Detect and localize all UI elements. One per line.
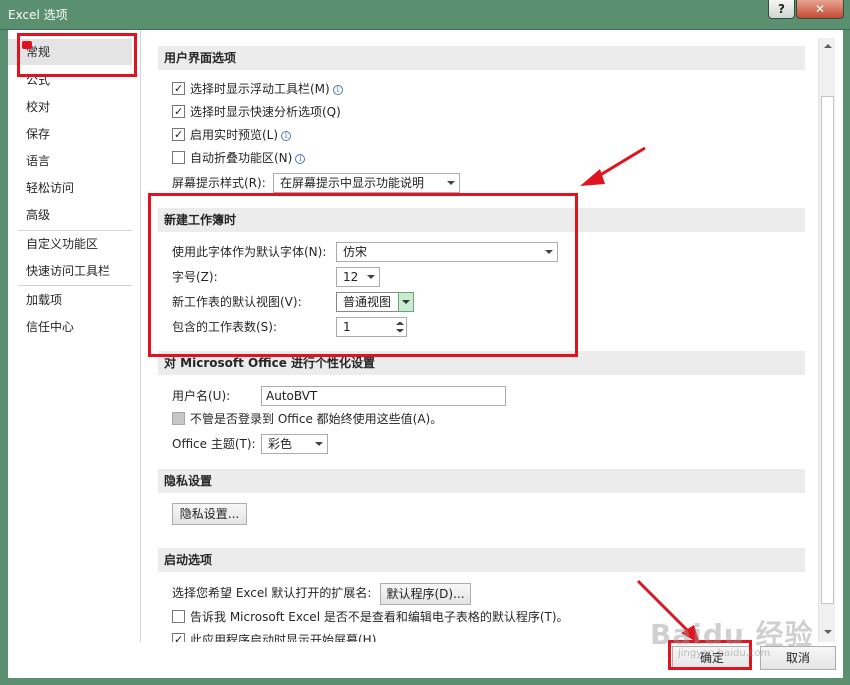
close-button[interactable]: ✕ <box>796 0 844 19</box>
section-header-new-workbook: 新建工作簿时 <box>158 208 805 232</box>
window-title: Excel 选项 <box>8 8 68 22</box>
username-label: 用户名(U): <box>172 389 231 403</box>
always-use-label: 不管是否登录到 Office 都始终使用这些值(A)。 <box>190 412 443 426</box>
show-start-screen-label: 此应用程序启动时显示开始屏幕(H) <box>190 633 377 642</box>
sidebar-item-accessibility[interactable]: 轻松访问 <box>8 175 132 201</box>
help-button[interactable]: ? <box>768 0 795 19</box>
title-bar: Excel 选项 ? ✕ <box>0 0 850 30</box>
ok-button[interactable]: 确定 <box>672 646 752 670</box>
screentip-style-select[interactable]: 在屏幕提示中显示功能说明 <box>273 173 460 193</box>
tell-me-default-checkbox[interactable] <box>172 610 185 623</box>
section-header-ui-options: 用户界面选项 <box>158 46 805 70</box>
cancel-button[interactable]: 取消 <box>760 646 836 670</box>
scroll-thumb[interactable] <box>821 96 834 604</box>
section-header-personalize: 对 Microsoft Office 进行个性化设置 <box>158 351 805 375</box>
office-theme-label: Office 主题(T): <box>172 437 256 451</box>
always-use-option[interactable]: 不管是否登录到 Office 都始终使用这些值(A)。 <box>172 409 442 429</box>
sidebar-divider <box>18 285 132 286</box>
sheet-count-spinner[interactable]: 1 <box>336 317 407 337</box>
info-icon: i <box>332 85 343 95</box>
options-content-panel: 用户界面选项 选择时显示浮动工具栏(M)i 选择时显示快速分析选项(Q) 启用实… <box>150 38 818 642</box>
annotation-dot <box>22 41 32 49</box>
sidebar-item-customize-ribbon[interactable]: 自定义功能区 <box>8 231 132 257</box>
screentip-style-value: 在屏幕提示中显示功能说明 <box>280 176 425 190</box>
spin-down-icon[interactable] <box>396 329 404 332</box>
chevron-down-icon <box>447 181 455 185</box>
font-size-label: 字号(Z): <box>172 270 218 284</box>
scroll-up-icon[interactable] <box>820 39 835 55</box>
sidebar-item-formulas[interactable]: 公式 <box>8 67 132 93</box>
default-extensions-label: 选择您希望 Excel 默认打开的扩展名: <box>172 586 372 600</box>
mini-toolbar-checkbox[interactable] <box>172 79 185 99</box>
mini-toolbar-option[interactable]: 选择时显示浮动工具栏(M)i <box>172 79 343 99</box>
always-use-checkbox[interactable] <box>172 412 185 425</box>
privacy-settings-button[interactable]: 隐私设置... <box>172 503 247 525</box>
info-icon: i <box>281 131 292 141</box>
show-start-screen-checkbox[interactable] <box>172 630 185 642</box>
sidebar-item-save[interactable]: 保存 <box>8 121 132 147</box>
quick-analysis-checkbox[interactable] <box>172 102 185 122</box>
sidebar-item-trust-center[interactable]: 信任中心 <box>8 314 132 340</box>
default-view-value: 普通视图 <box>343 295 392 309</box>
live-preview-label: 启用实时预览(L) <box>190 128 279 142</box>
default-font-select[interactable]: 仿宋 <box>336 242 558 262</box>
quick-analysis-option[interactable]: 选择时显示快速分析选项(Q) <box>172 102 341 122</box>
default-programs-button[interactable]: 默认程序(D)... <box>380 583 471 605</box>
font-size-select[interactable]: 12 <box>336 267 380 287</box>
chevron-down-icon <box>315 442 323 446</box>
collapse-ribbon-label: 自动折叠功能区(N) <box>190 151 293 165</box>
quick-analysis-label: 选择时显示快速分析选项(Q) <box>190 105 341 119</box>
screentip-style-label: 屏幕提示样式(R): <box>172 176 266 190</box>
sidebar-item-proofing[interactable]: 校对 <box>8 94 132 120</box>
collapse-ribbon-checkbox[interactable] <box>172 151 185 164</box>
live-preview-checkbox[interactable] <box>172 125 185 145</box>
section-header-privacy: 隐私设置 <box>158 469 805 493</box>
live-preview-option[interactable]: 启用实时预览(L)i <box>172 125 292 145</box>
scroll-down-icon[interactable] <box>820 624 835 640</box>
info-icon: i <box>295 154 306 164</box>
tell-me-default-label: 告诉我 Microsoft Excel 是否不是查看和编辑电子表格的默认程序(T… <box>190 610 569 624</box>
sidebar-item-advanced[interactable]: 高级 <box>8 202 132 228</box>
window-frame-bottom <box>0 678 850 685</box>
font-size-value: 12 <box>343 270 359 284</box>
collapse-ribbon-option[interactable]: 自动折叠功能区(N) i <box>172 148 306 168</box>
sidebar-item-quick-access-toolbar[interactable]: 快速访问工具栏 <box>8 258 132 284</box>
default-view-select[interactable]: 普通视图 <box>336 292 414 312</box>
chevron-down-icon[interactable] <box>398 292 414 312</box>
section-header-startup: 启动选项 <box>158 548 805 572</box>
show-start-screen-option[interactable]: 此应用程序启动时显示开始屏幕(H) <box>172 630 376 642</box>
sidebar-item-language[interactable]: 语言 <box>8 148 132 174</box>
sidebar-item-add-ins[interactable]: 加载项 <box>8 287 132 313</box>
chevron-down-icon <box>367 275 375 279</box>
username-input[interactable]: AutoBVT <box>261 386 506 406</box>
default-font-value: 仿宋 <box>343 245 368 259</box>
spin-up-icon[interactable] <box>396 322 404 325</box>
chevron-down-icon <box>545 250 553 254</box>
mini-toolbar-label: 选择时显示浮动工具栏(M) <box>190 82 330 96</box>
default-view-label: 新工作表的默认视图(V): <box>172 295 302 309</box>
office-theme-select[interactable]: 彩色 <box>261 434 328 454</box>
office-theme-value: 彩色 <box>268 437 293 451</box>
sheet-count-value: 1 <box>343 320 351 334</box>
tell-me-default-option[interactable]: 告诉我 Microsoft Excel 是否不是查看和编辑电子表格的默认程序(T… <box>172 607 569 627</box>
window-frame-right <box>843 30 850 685</box>
content-scrollbar[interactable] <box>818 38 835 642</box>
default-font-label: 使用此字体作为默认字体(N): <box>172 245 327 259</box>
sheet-count-label: 包含的工作表数(S): <box>172 320 278 334</box>
window-frame-left <box>0 30 8 685</box>
